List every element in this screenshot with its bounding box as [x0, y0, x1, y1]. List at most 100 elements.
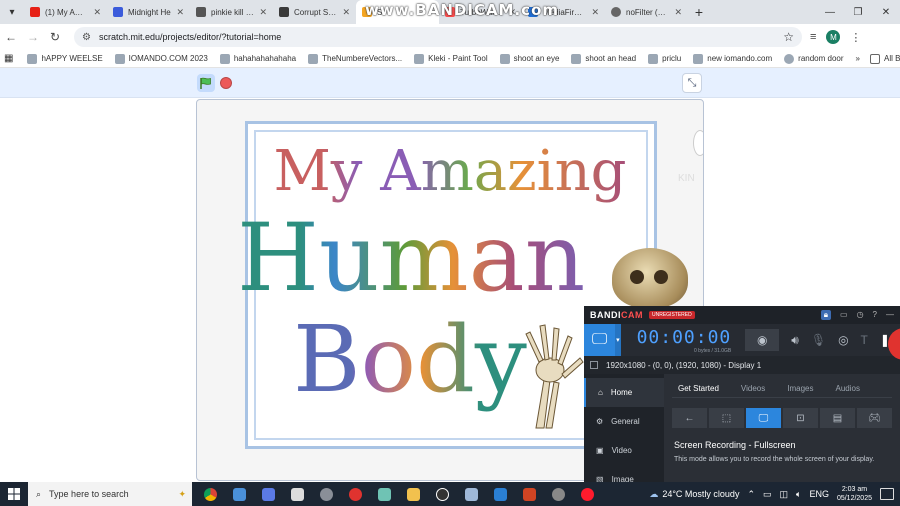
bookmark-5[interactable]: shoot an eye: [499, 53, 559, 64]
webcam-off-icon[interactable]: ◉: [745, 329, 780, 351]
clock-icon[interactable]: ◷: [857, 310, 864, 320]
taskbar-clock[interactable]: 2:03 am 05/12/2025: [837, 485, 872, 503]
text-overlay-icon[interactable]: T: [861, 333, 868, 347]
close-icon[interactable]: ✕: [591, 7, 599, 18]
sidebar-item-home[interactable]: ⌂ Home: [584, 378, 664, 407]
tab-videos[interactable]: Videos: [741, 384, 765, 393]
more-bookmarks-chevron-icon[interactable]: »: [856, 54, 860, 63]
help-icon[interactable]: ?: [873, 310, 877, 320]
close-icon[interactable]: ✕: [176, 7, 184, 18]
rectangle-mode-icon[interactable]: ⬚: [709, 408, 744, 428]
volume-icon[interactable]: 🔈︎: [796, 489, 801, 500]
site-info-icon[interactable]: ⚙: [82, 32, 91, 43]
game-mode-icon[interactable]: 🎮︎: [857, 408, 892, 428]
network-icon[interactable]: ◫: [780, 489, 789, 500]
bookmark-1[interactable]: IOMANDO.COM 2023: [114, 53, 208, 64]
tab-2[interactable]: pinkie kill pic ✕: [190, 0, 273, 24]
app-icon-6[interactable]: [370, 482, 399, 506]
notifications-icon[interactable]: [880, 488, 894, 500]
powerpoint-icon[interactable]: [515, 482, 544, 506]
exit-fullscreen-button[interactable]: ⤡: [682, 73, 702, 93]
new-tab-button[interactable]: +: [688, 0, 710, 24]
store-icon[interactable]: [486, 482, 515, 506]
url-bar[interactable]: ⚙ scratch.mit.edu/projects/editor/?tutor…: [74, 27, 802, 47]
app-icon-2[interactable]: [254, 482, 283, 506]
bandicam-titlebar: BANDICAM UNREGISTERED 🔒︎ ▭ ◷ ? —: [584, 306, 900, 324]
forward-arrow-icon[interactable]: →: [22, 30, 44, 44]
url-text[interactable]: scratch.mit.edu/projects/editor/?tutoria…: [99, 32, 281, 42]
bookmark-7[interactable]: priclu: [648, 53, 681, 64]
lock-icon[interactable]: 🔒︎: [820, 310, 831, 320]
skull-sprite[interactable]: [612, 248, 688, 308]
close-icon[interactable]: ✕: [259, 7, 267, 18]
bookmark-star-icon[interactable]: ☆: [783, 30, 794, 44]
tab-7[interactable]: noFilter (420 ✕: [605, 0, 688, 24]
close-icon[interactable]: ✕: [93, 7, 101, 18]
bookmark-8[interactable]: new iomando.com: [693, 53, 772, 64]
bookmark-2[interactable]: hahahahahahaha: [219, 53, 296, 64]
device-mode-icon[interactable]: ▤: [820, 408, 855, 428]
bandicam-taskbar-icon[interactable]: [341, 482, 370, 506]
all-bookmarks-button[interactable]: All Bookmarks: [869, 53, 900, 64]
bookmark-0[interactable]: hAPPY WEELSE: [27, 53, 103, 64]
app-icon-3[interactable]: [283, 482, 312, 506]
green-flag-button[interactable]: [197, 74, 215, 92]
fullscreen-mode-icon[interactable]: 🖵︎: [746, 408, 781, 428]
stop-button[interactable]: [220, 77, 232, 89]
app-icon-12[interactable]: [544, 482, 573, 506]
tab-search-icon[interactable]: ▾: [0, 0, 24, 24]
skeleton-hand-sprite[interactable]: [514, 320, 584, 430]
app-icon-9[interactable]: [457, 482, 486, 506]
bookmark-label: TheNumbereVectors...: [322, 54, 403, 63]
start-button[interactable]: [0, 488, 28, 500]
app-icon-1[interactable]: [225, 482, 254, 506]
screen-mode-button[interactable]: 🖵︎: [584, 324, 616, 356]
around-mouse-mode-icon[interactable]: ⊡: [783, 408, 818, 428]
back-arrow-icon[interactable]: ←: [672, 408, 707, 428]
maximize-button[interactable]: ❐: [844, 0, 872, 24]
microphone-off-icon[interactable]: 🎙︎: [811, 333, 826, 347]
bookmarks-bar: ▦ hAPPY WEELSE IOMANDO.COM 2023 hahahaha…: [0, 50, 900, 68]
file-explorer-icon[interactable]: [399, 482, 428, 506]
profile-avatar[interactable]: M: [826, 30, 841, 44]
minimize-button[interactable]: —: [816, 0, 844, 24]
sidebar-item-video[interactable]: ▣ Video: [584, 436, 664, 465]
media-controls-icon[interactable]: ≡: [810, 31, 816, 43]
weather-widget[interactable]: ☁ 24°C Mostly cloudy: [649, 489, 739, 500]
tray-chevron-icon[interactable]: ⌃: [747, 489, 755, 500]
area-checkbox[interactable]: [590, 361, 598, 369]
tab-1[interactable]: Midnight He ✕: [107, 0, 190, 24]
menu-kebab-icon[interactable]: ⋮: [850, 31, 861, 44]
close-window-button[interactable]: ✕: [872, 0, 900, 24]
audio-mix-icon[interactable]: ◎: [838, 333, 848, 347]
language-indicator[interactable]: ENG: [809, 489, 829, 499]
bookmark-4[interactable]: Kleki - Paint Tool: [414, 53, 488, 64]
apps-grid-icon[interactable]: ▦: [4, 53, 13, 64]
bookmark-3[interactable]: TheNumbereVectors...: [308, 53, 403, 64]
close-icon[interactable]: ✕: [674, 7, 682, 18]
folder-icon[interactable]: ▭: [840, 310, 848, 320]
bookmark-icon: [414, 53, 425, 64]
clock-date: 05/12/2025: [836, 495, 872, 502]
sidebar-item-general[interactable]: ⚙ General: [584, 407, 664, 436]
battery-icon[interactable]: ▭: [763, 489, 772, 500]
reload-icon[interactable]: ↻: [44, 30, 66, 44]
capture-area-row[interactable]: 1920x1080 - (0, 0), (1920, 1080) - Displ…: [584, 356, 900, 374]
bookmark-9[interactable]: random door: [784, 53, 844, 64]
settings-icon[interactable]: [312, 482, 341, 506]
bookmark-6[interactable]: shoot an head: [571, 53, 636, 64]
opera-icon[interactable]: [573, 482, 602, 506]
mode-dropdown-chevron-icon[interactable]: ▾: [615, 324, 621, 356]
taskbar-search-input[interactable]: ⌕ Type here to search ✦: [28, 482, 192, 506]
chrome-icon[interactable]: [196, 482, 225, 506]
back-arrow-icon[interactable]: ←: [0, 30, 22, 44]
minimize-icon[interactable]: —: [886, 310, 894, 320]
tab-get-started[interactable]: Get Started: [678, 384, 719, 393]
media-player-icon[interactable]: [428, 482, 457, 506]
tab-images[interactable]: Images: [787, 384, 813, 393]
speaker-icon[interactable]: 🔊︎: [791, 333, 799, 348]
tab-3[interactable]: Corrupt Sour ✕: [273, 0, 356, 24]
close-icon[interactable]: ✕: [342, 7, 350, 18]
tab-audios[interactable]: Audios: [835, 384, 859, 393]
tab-0[interactable]: (1) My Amaz ✕: [24, 0, 107, 24]
